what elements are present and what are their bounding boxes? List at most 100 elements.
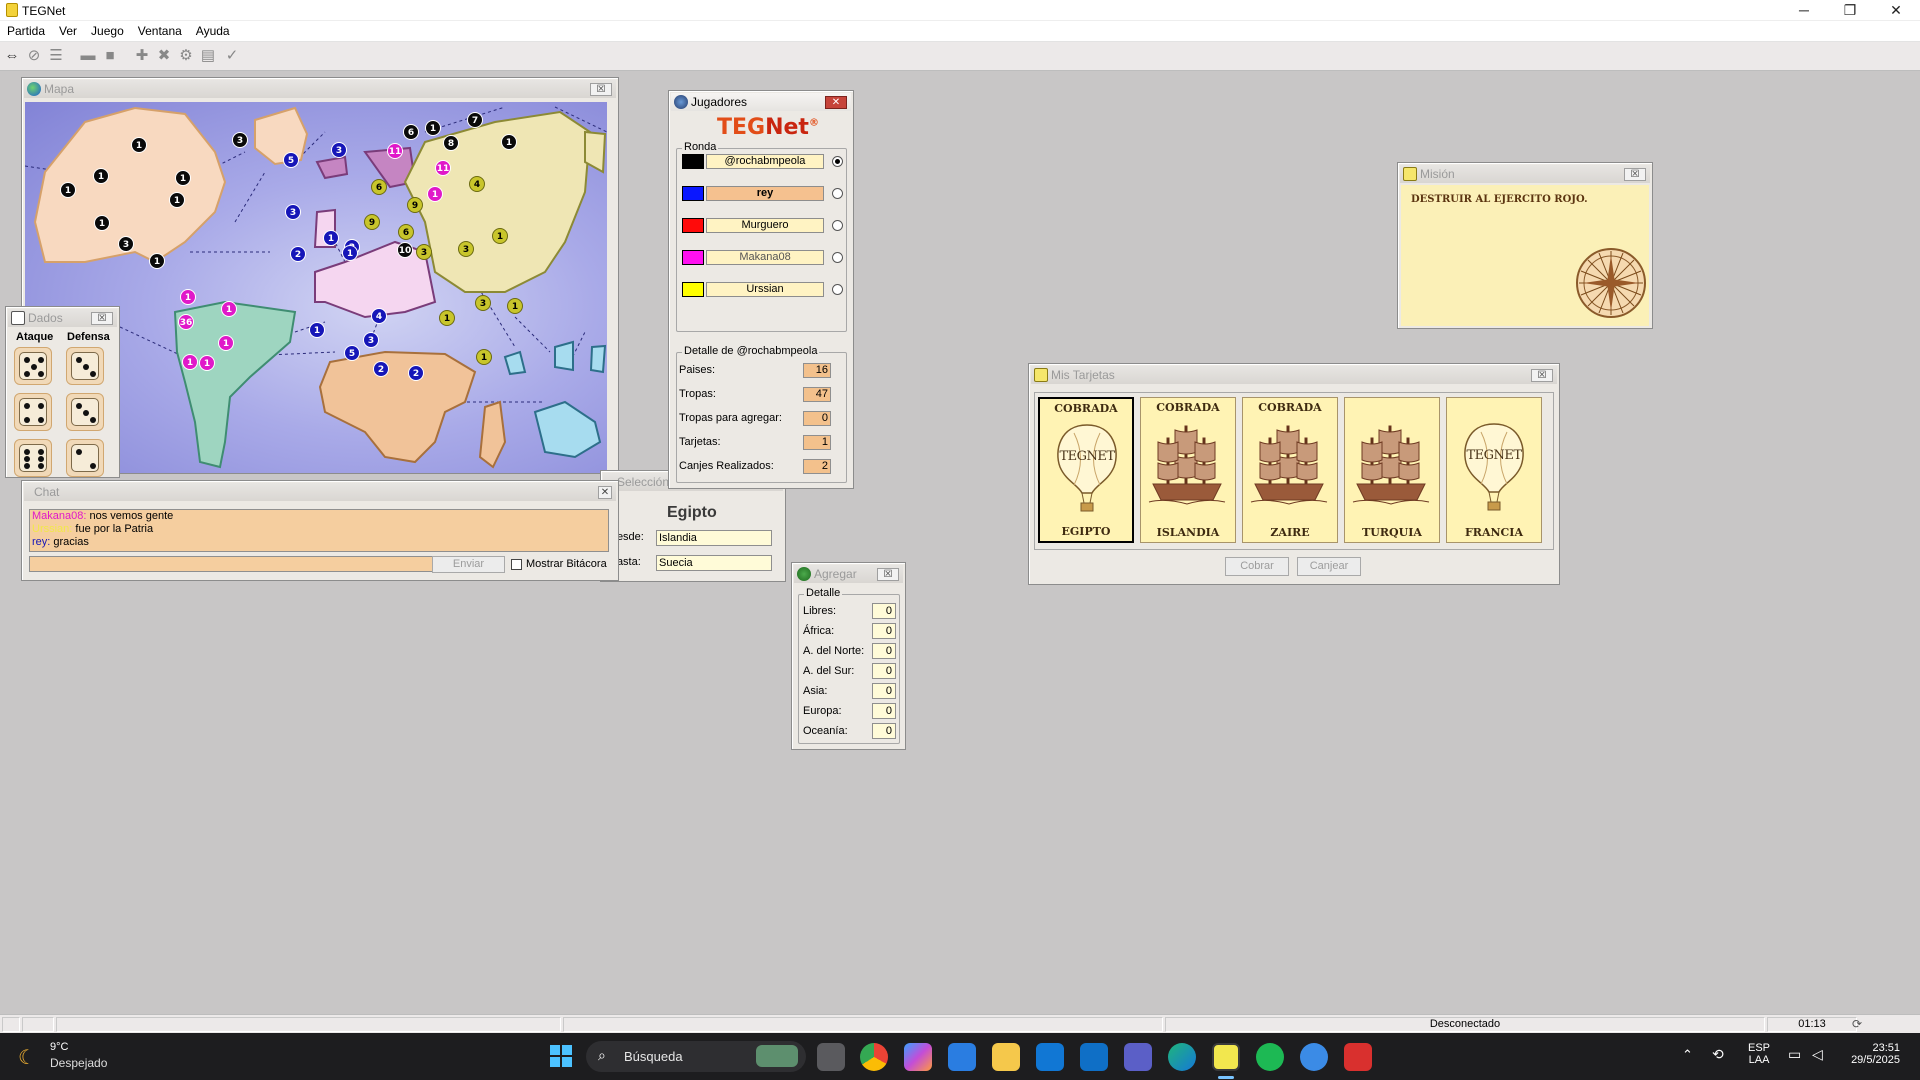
player-row[interactable]: Makana08 [682,250,843,265]
troop-token[interactable]: 1 [323,230,339,246]
player-radio[interactable] [832,252,843,263]
players-window-close-button[interactable]: ✕ [825,96,847,109]
copilot-icon[interactable] [904,1043,932,1071]
add-row-value[interactable]: 0 [872,623,896,639]
troop-token[interactable]: 1 [149,253,165,269]
chat-input[interactable] [29,556,433,572]
menu-ventana[interactable]: Ventana [131,21,189,41]
cancel-icon[interactable]: ✖ [154,46,174,67]
troop-token[interactable]: 1 [425,120,441,136]
add-row-value[interactable]: 0 [872,603,896,619]
troop-token[interactable]: 1 [60,182,76,198]
spotify-icon[interactable] [1256,1043,1284,1071]
troop-token[interactable]: 5 [344,345,360,361]
weather-desc[interactable]: Despejado [50,1056,107,1070]
add-icon[interactable]: ✚ [132,46,152,67]
troop-token[interactable]: 1 [221,301,237,317]
menu-juego[interactable]: Juego [84,21,131,41]
close-button[interactable]: ✕ [1873,0,1919,21]
player-row[interactable]: Urssian [682,282,843,297]
minimize-button[interactable]: ─ [1781,0,1827,21]
file-explorer-icon[interactable] [992,1043,1020,1071]
check-icon[interactable]: ✓ [222,46,242,67]
clock[interactable]: 23:51 29/5/2025 [1848,1042,1900,1066]
troop-token[interactable]: 3 [475,295,491,311]
troop-token[interactable]: 1 [94,215,110,231]
add-row-value[interactable]: 0 [872,703,896,719]
teams-icon[interactable] [1124,1043,1152,1071]
troop-token[interactable]: 1 [439,310,455,326]
windows-start-icon[interactable] [550,1045,572,1067]
outlook-icon[interactable] [1036,1043,1064,1071]
troop-token[interactable]: 9 [364,214,380,230]
map-icon[interactable]: ▬ [78,46,98,67]
troop-token[interactable]: 1 [182,354,198,370]
collect-button[interactable]: Cobrar [1225,557,1289,576]
network-icon[interactable]: ▭ [1788,1046,1801,1063]
add-row-value[interactable]: 0 [872,723,896,739]
player-radio[interactable] [832,156,843,167]
tegnet-icon[interactable] [1212,1043,1240,1071]
troop-token[interactable]: 5 [283,152,299,168]
misc-app-icon[interactable] [1300,1043,1328,1071]
troop-token[interactable]: 1 [507,298,523,314]
stop-icon[interactable]: ■ [100,46,120,67]
mission-window-close-button[interactable]: ☒ [1624,168,1646,181]
troop-token[interactable]: 1 [427,186,443,202]
troop-token[interactable]: 7 [467,112,483,128]
troop-token[interactable]: 1 [180,289,196,305]
chat-log[interactable]: Makana08: nos vemos gente Urssian: fue po… [29,509,609,552]
troop-token[interactable]: 1 [131,137,147,153]
troop-token[interactable]: 1 [175,170,191,186]
troop-token[interactable]: 1 [309,322,325,338]
chrome-icon[interactable] [860,1043,888,1071]
restore-button[interactable]: ❐ [1827,0,1873,21]
ea-icon[interactable] [1344,1043,1372,1071]
troop-token[interactable]: 3 [118,236,134,252]
send-button[interactable]: Enviar [432,556,505,573]
taskbar-search[interactable]: ⌕ Búsqueda [586,1041,806,1072]
mail-icon[interactable] [1080,1043,1108,1071]
troop-token[interactable]: 1 [476,349,492,365]
show-log-checkbox[interactable] [511,559,522,570]
add-row-value[interactable]: 0 [872,683,896,699]
menu-partida[interactable]: Partida [0,21,52,41]
country-card[interactable]: TEGNET FRANCIA [1446,397,1542,543]
troop-token[interactable]: 4 [371,308,387,324]
list-icon[interactable]: ☰ [46,46,66,67]
player-row[interactable]: Murguero [682,218,843,233]
edge-icon[interactable] [1168,1043,1196,1071]
troop-token[interactable]: 6 [403,124,419,140]
troop-token[interactable]: 1 [342,245,358,261]
country-card[interactable]: COBRADA TEGNET EGIPTO [1038,397,1134,543]
language-indicator[interactable]: ESP LAA [1748,1042,1770,1066]
troop-token[interactable]: 1 [199,355,215,371]
troop-token[interactable]: 2 [373,361,389,377]
card-icon[interactable]: ▤ [198,46,218,67]
volume-icon[interactable]: ◁ [1812,1046,1823,1063]
troop-token[interactable]: 8 [443,135,459,151]
store-icon[interactable] [948,1043,976,1071]
troop-token[interactable]: 3 [363,332,379,348]
troop-token[interactable]: 1 [218,335,234,351]
troop-token[interactable]: 2 [408,365,424,381]
country-card[interactable]: COBRADA ISLANDIA [1140,397,1236,543]
add-row-value[interactable]: 0 [872,663,896,679]
menu-ver[interactable]: Ver [52,21,84,41]
dice-window-close-button[interactable]: ☒ [91,312,113,325]
exchange-button[interactable]: Canjear [1297,557,1361,576]
troop-token[interactable]: 36 [178,314,194,330]
chat-window-close-button[interactable]: ✕ [598,486,612,499]
player-row[interactable]: rey [682,186,843,201]
player-radio[interactable] [832,188,843,199]
add-row-value[interactable]: 0 [872,643,896,659]
troop-token[interactable]: 2 [290,246,306,262]
player-radio[interactable] [832,220,843,231]
troop-token[interactable]: 9 [407,197,423,213]
country-card[interactable]: COBRADA ZAIRE [1242,397,1338,543]
task-view-icon[interactable] [817,1043,845,1071]
troop-token[interactable]: 1 [501,134,517,150]
player-radio[interactable] [832,284,843,295]
sync-cloud-icon[interactable]: ⟲ [1712,1046,1724,1063]
add-window-close-button[interactable]: ☒ [877,568,899,581]
